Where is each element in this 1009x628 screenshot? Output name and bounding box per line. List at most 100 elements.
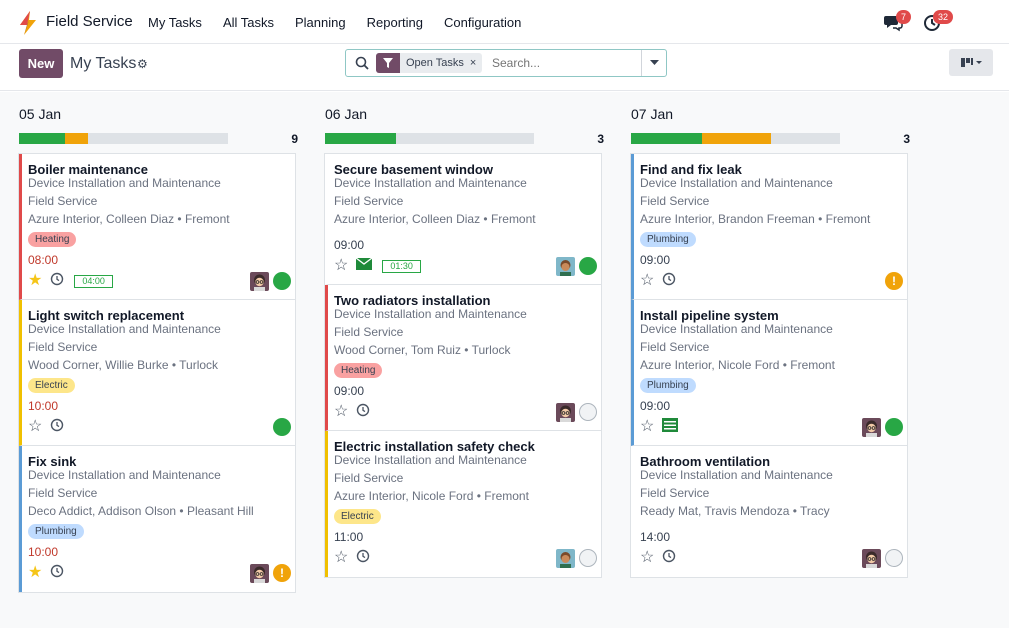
kanban-status-icon[interactable] xyxy=(579,257,597,275)
menu-reporting[interactable]: Reporting xyxy=(367,15,423,30)
activity-clock-icon[interactable] xyxy=(50,564,64,583)
activity-list-icon[interactable] xyxy=(662,417,679,437)
kanban-status-icon[interactable] xyxy=(273,418,291,436)
task-footer: ★ 04:00 xyxy=(28,272,113,290)
search-icon xyxy=(355,56,369,70)
task-customer: Deco Addict, Addison Olson • Pleasant Hi… xyxy=(28,504,254,518)
task-time: 09:00 xyxy=(334,238,365,252)
task-project: Device Installation and Maintenance xyxy=(334,176,527,190)
task-customer: Azure Interior, Nicole Ford • Fremont xyxy=(334,489,529,503)
facet-remove-icon[interactable]: × xyxy=(470,57,482,69)
progress-warning-segment xyxy=(702,133,772,144)
activity-clock-icon[interactable] xyxy=(356,549,370,568)
task-customer: Wood Corner, Willie Burke • Turlock xyxy=(28,358,219,372)
task-card[interactable]: Boiler maintenance Device Installation an… xyxy=(19,154,295,300)
star-filled-icon[interactable]: ★ xyxy=(28,273,42,289)
task-card[interactable]: Install pipeline system Device Installati… xyxy=(631,300,907,446)
menu-my-tasks[interactable]: My Tasks xyxy=(148,15,202,30)
kanban-status-icon[interactable] xyxy=(885,549,903,567)
task-customer: Azure Interior, Brandon Freeman • Fremon… xyxy=(640,212,871,226)
task-team: Field Service xyxy=(28,340,98,354)
star-filled-icon[interactable]: ★ xyxy=(28,565,42,581)
task-footer: ☆ xyxy=(640,272,676,290)
task-tag: Plumbing xyxy=(28,524,84,539)
menu-all-tasks[interactable]: All Tasks xyxy=(223,15,274,30)
kanban-board: 05 Jan 9 Boiler maintenance Device Installa… xyxy=(0,92,1009,628)
column-progress-bar[interactable] xyxy=(19,133,228,144)
task-time: 09:00 xyxy=(640,253,671,267)
card-list: Boiler maintenance Device Installation an… xyxy=(18,153,296,593)
gear-icon[interactable]: ⚙ xyxy=(137,57,148,71)
task-team: Field Service xyxy=(640,486,710,500)
task-tag: Electric xyxy=(28,378,75,393)
task-time: 11:00 xyxy=(334,530,364,544)
search-facet-open-tasks: Open Tasks × xyxy=(376,53,483,73)
email-icon[interactable] xyxy=(355,257,373,275)
top-navbar: Field Service My Tasks All Tasks Plannin… xyxy=(0,0,1009,44)
view-switcher-button[interactable] xyxy=(949,49,993,76)
task-title: Light switch replacement xyxy=(28,308,185,323)
caret-down-icon xyxy=(649,60,659,65)
assignee-avatar[interactable] xyxy=(862,418,881,437)
task-customer: Azure Interior, Colleen Diaz • Fremont xyxy=(334,212,536,226)
task-time: 09:00 xyxy=(640,399,671,413)
menu-configuration[interactable]: Configuration xyxy=(444,15,521,30)
facet-label: Open Tasks xyxy=(406,57,464,69)
activity-clock-icon[interactable] xyxy=(50,272,64,291)
kanban-status-icon[interactable] xyxy=(273,272,291,290)
star-outline-icon[interactable]: ☆ xyxy=(640,273,654,289)
task-card[interactable]: Two radiators installation Device Install… xyxy=(325,285,601,431)
kanban-status-icon[interactable] xyxy=(885,418,903,436)
task-card[interactable]: Secure basement window Device Installatio… xyxy=(325,154,601,285)
task-card[interactable]: Light switch replacement Device Installat… xyxy=(19,300,295,446)
star-outline-icon[interactable]: ☆ xyxy=(640,419,654,435)
field-service-logo-icon[interactable] xyxy=(18,11,38,35)
assignee-avatar[interactable] xyxy=(556,403,575,422)
column-progress-bar[interactable] xyxy=(631,133,840,144)
column-progress-bar[interactable] xyxy=(325,133,534,144)
star-outline-icon[interactable]: ☆ xyxy=(334,550,348,566)
task-card[interactable]: Fix sink Device Installation and Maintena… xyxy=(19,446,295,592)
assignee-avatar[interactable] xyxy=(556,549,575,568)
kanban-status-icon[interactable] xyxy=(579,549,597,567)
task-project: Device Installation and Maintenance xyxy=(334,307,527,321)
kanban-status-icon[interactable] xyxy=(579,403,597,421)
page-title: My Tasks xyxy=(70,55,137,72)
task-tag: Plumbing xyxy=(640,378,696,393)
app-name[interactable]: Field Service xyxy=(46,13,133,30)
assignee-avatar[interactable] xyxy=(862,549,881,568)
task-team: Field Service xyxy=(640,194,710,208)
task-project: Device Installation and Maintenance xyxy=(28,468,221,482)
star-outline-icon[interactable]: ☆ xyxy=(334,404,348,420)
activity-clock-icon[interactable] xyxy=(50,418,64,437)
star-outline-icon[interactable]: ☆ xyxy=(334,258,348,274)
task-card[interactable]: Electric installation safety check Device… xyxy=(325,431,601,577)
kanban-status-warning-icon[interactable]: ! xyxy=(273,564,291,582)
search-options-toggle[interactable] xyxy=(641,50,666,76)
star-outline-icon[interactable]: ☆ xyxy=(640,550,654,566)
timesheet-timer: 01:30 xyxy=(382,259,421,273)
assignee-avatar[interactable] xyxy=(556,257,575,276)
task-team: Field Service xyxy=(334,471,404,485)
task-team: Field Service xyxy=(640,340,710,354)
new-button[interactable]: New xyxy=(19,49,63,78)
messages-count-badge: 7 xyxy=(896,10,912,24)
progress-warning-segment xyxy=(64,133,88,144)
task-time: 10:00 xyxy=(28,399,59,413)
task-time: 09:00 xyxy=(334,384,365,398)
activity-clock-icon[interactable] xyxy=(662,549,676,568)
progress-done-segment xyxy=(19,133,65,144)
activity-clock-icon[interactable] xyxy=(356,403,370,422)
star-outline-icon[interactable]: ☆ xyxy=(28,419,42,435)
kanban-status-warning-icon[interactable]: ! xyxy=(885,272,903,290)
search-input[interactable] xyxy=(492,54,642,72)
activity-clock-icon[interactable] xyxy=(662,272,676,291)
task-footer: ☆ xyxy=(334,403,370,421)
assignee-avatar[interactable] xyxy=(250,564,269,583)
task-card[interactable]: Find and fix leak Device Installation and… xyxy=(631,154,907,300)
menu-planning[interactable]: Planning xyxy=(295,15,346,30)
column-date: 05 Jan xyxy=(19,106,62,122)
task-card[interactable]: Bathroom ventilation Device Installation … xyxy=(631,446,907,577)
task-team: Field Service xyxy=(28,194,98,208)
assignee-avatar[interactable] xyxy=(250,272,269,291)
